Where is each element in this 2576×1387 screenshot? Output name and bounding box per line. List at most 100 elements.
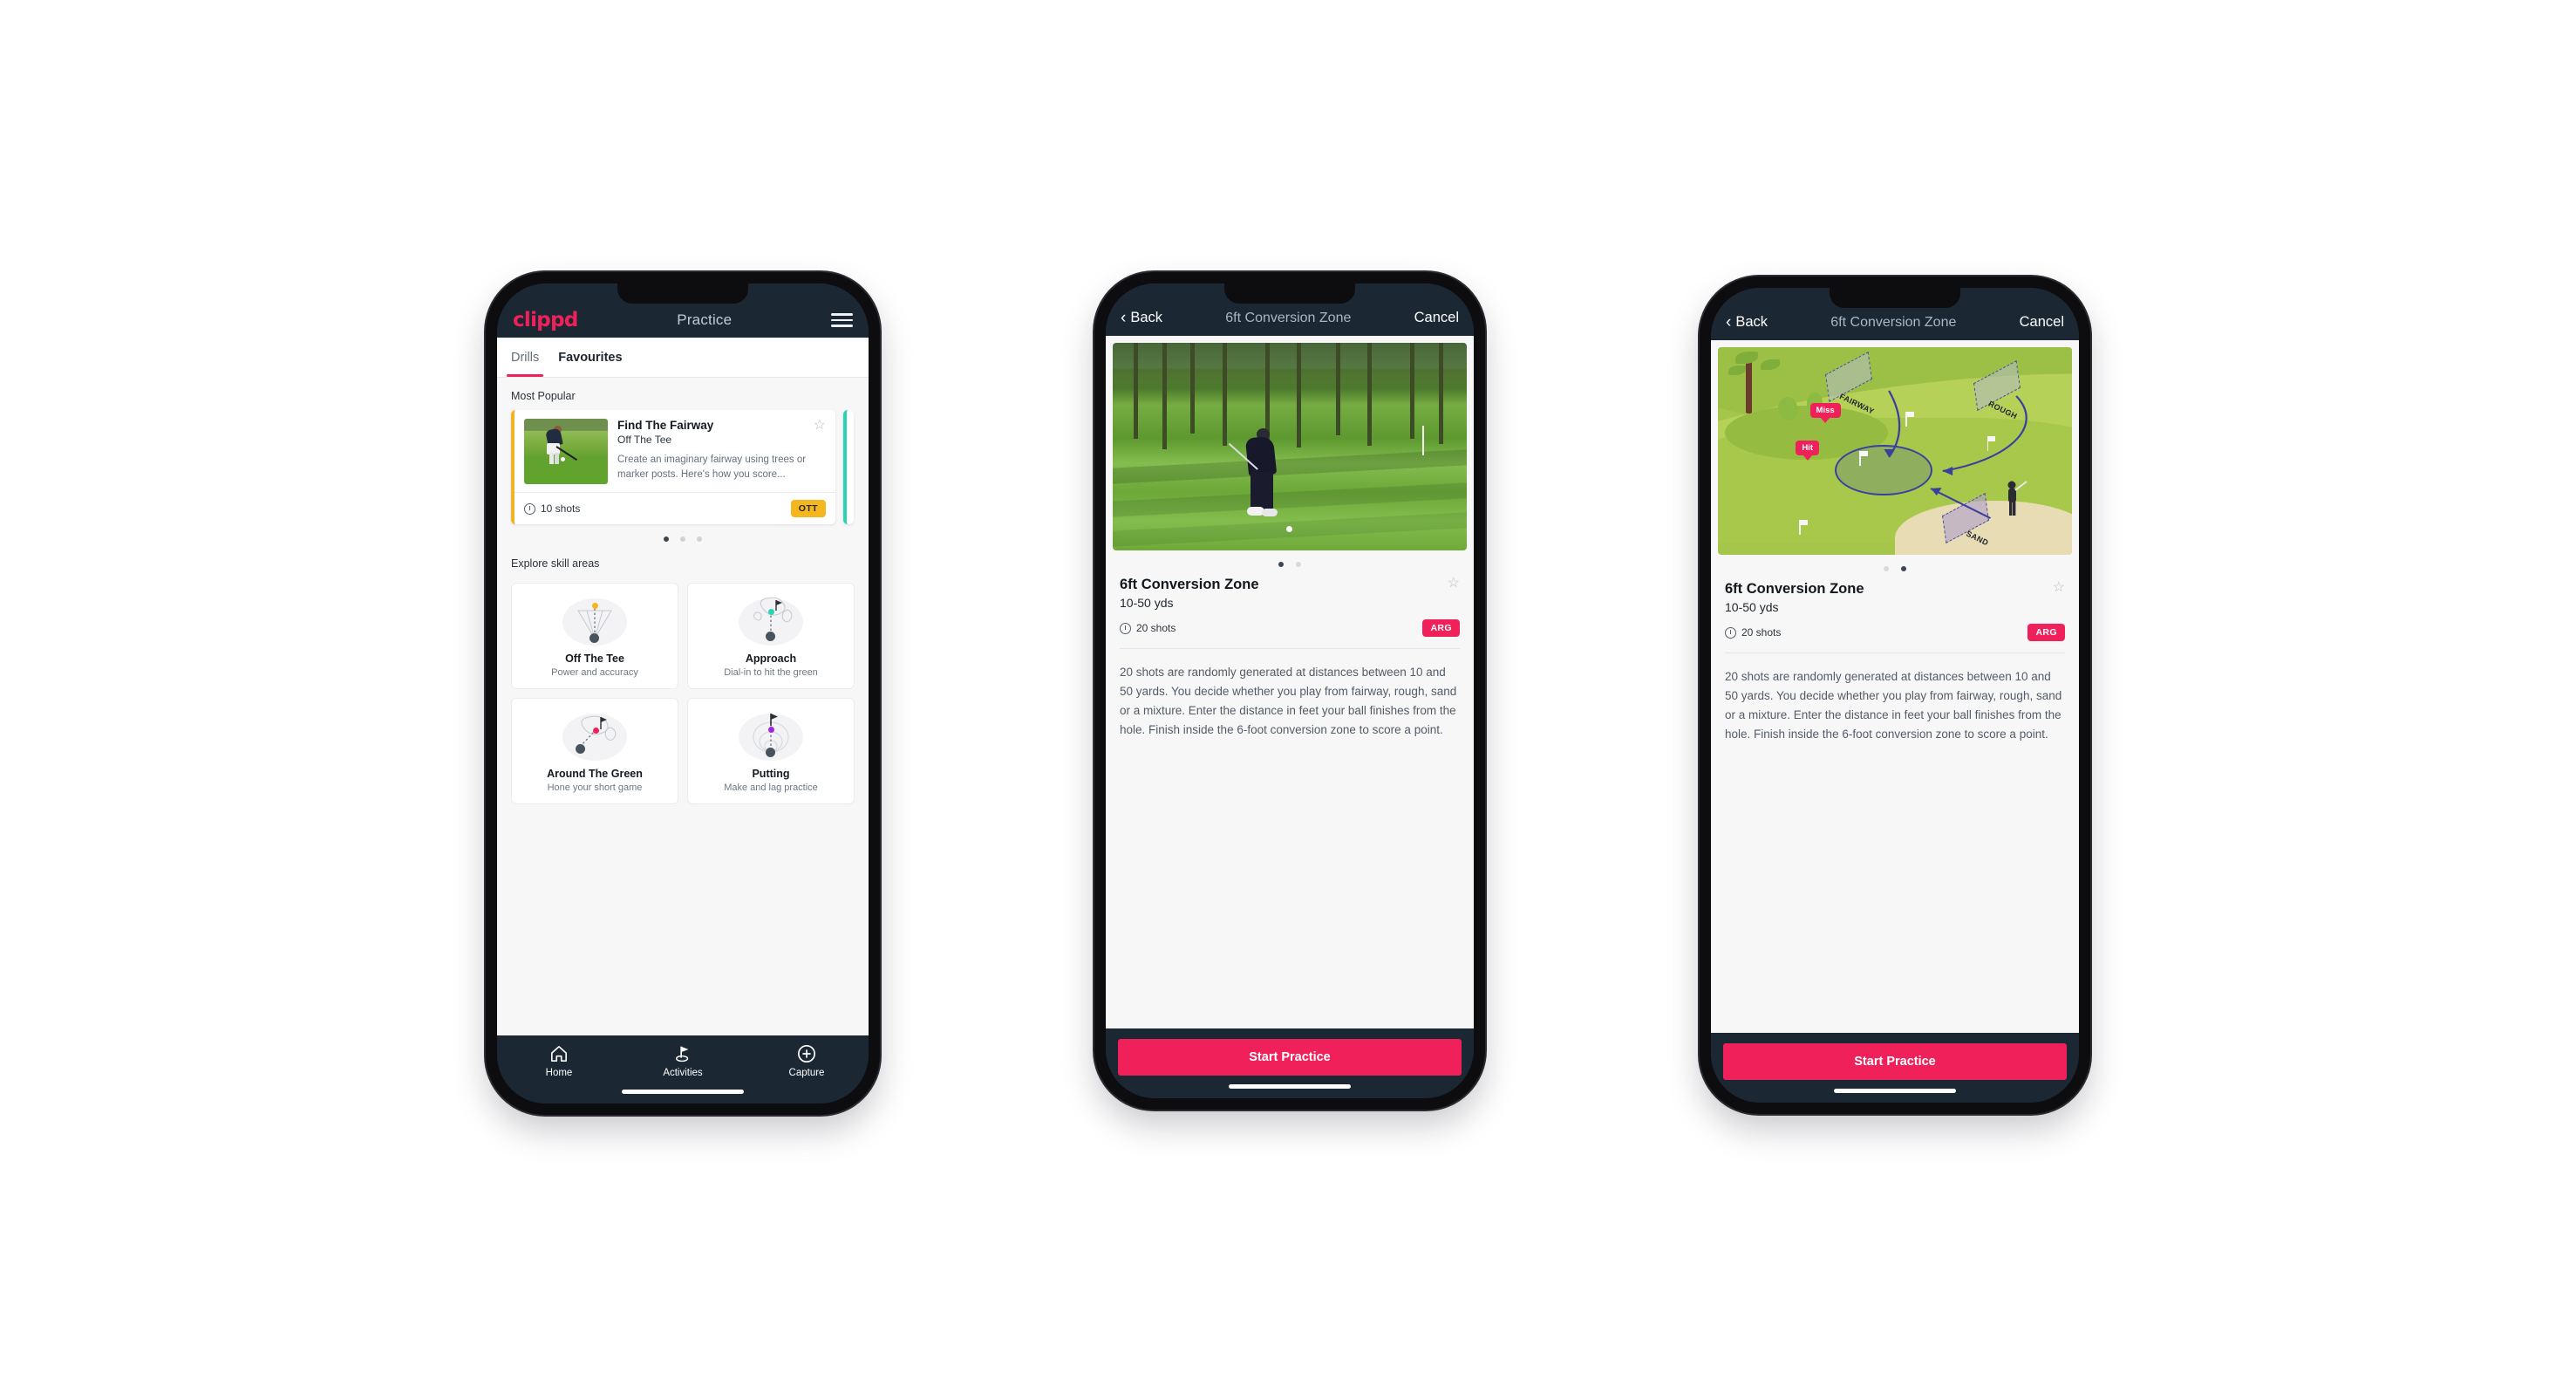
page-title: Practice [677,311,733,328]
tab-drills-label: Drills [511,350,540,365]
tab-favourites[interactable]: Favourites [558,338,622,377]
skill-badge-arg: ARG [1422,619,1460,637]
skill-desc: Dial-in to hit the green [724,667,818,678]
skill-area-grid: Off The Tee Power and accuracy Approach … [497,577,869,804]
chevron-left-icon: ‹ [1121,309,1127,327]
start-practice-button[interactable]: Start Practice [1723,1043,2067,1080]
tab-activities[interactable]: Activities [649,1044,717,1078]
pin-hit: Hit [1796,441,1819,456]
skill-name: Putting [752,768,790,780]
skill-desc: Make and lag practice [724,782,818,793]
skill-name: Around The Green [547,768,643,780]
clock-icon [524,502,535,515]
tab-activities-label: Activities [663,1068,703,1078]
back-button[interactable]: ‹ Back [1726,314,1768,331]
approach-icon [737,593,805,647]
course-illustration: FAIRWAY ROUGH SAND Miss Hit [1718,347,2072,555]
pin-miss: Miss [1809,403,1841,419]
tab-drills[interactable]: Drills [506,338,544,377]
shots-label: 10 shots [541,502,581,515]
drill-carousel[interactable]: Find The Fairway Off The Tee ☆ Create an… [497,410,869,524]
tab-home[interactable]: Home [525,1044,593,1078]
skill-badge-ott: OTT [790,500,826,517]
shot-path-arrows [1884,390,2027,519]
skill-card-putting[interactable]: Putting Make and lag practice [687,698,855,804]
drill-media-illustration[interactable]: FAIRWAY ROUGH SAND Miss Hit [1718,347,2072,555]
golf-flag-icon [673,1044,692,1063]
drill-card-next-peek[interactable] [843,410,854,524]
skill-card-approach[interactable]: Approach Dial-in to hit the green [687,583,855,689]
putting-icon [737,708,805,762]
skill-name: Off The Tee [565,653,624,665]
phone1-screen: clippd Practice Drills Favourites Most P… [497,284,869,1103]
carousel-dots [497,524,869,545]
drill-card-top: Find The Fairway Off The Tee ☆ Create an… [515,410,835,492]
drill-description: Create an imaginary fairway using trees … [617,454,807,480]
drill-description: 20 shots are randomly generated at dista… [1725,670,2062,741]
skill-desc: Hone your short game [547,782,643,793]
screenshot-stage: clippd Practice Drills Favourites Most P… [0,0,2576,1387]
drill-detail-yards: 10-50 yds [1120,596,1174,610]
shots-label: 20 shots [1136,622,1176,634]
most-popular-label: Most Popular [511,390,576,402]
cancel-button[interactable]: Cancel [1414,310,1459,326]
media-dot-2[interactable] [1901,566,1906,571]
phone-drill-detail-photo: ‹ Back 6ft Conversion Zone Cancel 6ft Co… [1094,272,1485,1110]
phone-drill-detail-illustration: ‹ Back 6ft Conversion Zone Cancel FAIRWA… [1700,277,2090,1114]
star-outline-icon[interactable]: ☆ [2053,581,2065,595]
drill-description: 20 shots are randomly generated at dista… [1120,666,1457,736]
clock-icon [1120,622,1131,634]
back-label: Back [1130,310,1163,325]
drill-subtitle: Off The Tee [617,434,672,446]
drill-detail-header: 6ft Conversion Zone 10-50 yds ☆ 20 shots… [1106,575,1474,637]
shots-count: 20 shots [1725,626,1781,639]
home-indicator [1229,1084,1351,1089]
skill-card-off-the-tee[interactable]: Off The Tee Power and accuracy [511,583,678,689]
star-outline-icon[interactable]: ☆ [814,419,826,433]
carousel-dot-2[interactable] [680,536,685,542]
media-dots [1711,555,2079,579]
off-the-tee-icon [561,593,629,647]
cancel-button[interactable]: Cancel [2020,314,2064,331]
skill-desc: Power and accuracy [551,667,638,678]
drill-media-photo[interactable] [1113,343,1467,550]
back-button[interactable]: ‹ Back [1121,310,1162,326]
shots-count: 20 shots [1120,622,1176,634]
plus-circle-icon [797,1044,816,1063]
star-outline-icon[interactable]: ☆ [1448,577,1460,591]
skill-card-around-the-green[interactable]: Around The Green Hone your short game [511,698,678,804]
hamburger-menu-icon[interactable] [830,313,853,327]
phone-practice-list: clippd Practice Drills Favourites Most P… [486,272,880,1115]
shots-count: 10 shots [524,502,580,515]
drill-detail-title: 6ft Conversion Zone [1725,581,1864,597]
skill-badge-arg: ARG [2027,624,2065,641]
carousel-dot-1[interactable] [664,536,669,542]
phone3-content: FAIRWAY ROUGH SAND Miss Hit 6ft Conversi… [1711,340,2079,1033]
device-notch [1830,288,1960,308]
media-dots [1106,550,1474,575]
golf-ball [1285,525,1292,532]
tab-bar: Drills Favourites [497,338,869,378]
start-practice-button[interactable]: Start Practice [1118,1039,1462,1076]
chevron-left-icon: ‹ [1726,313,1732,331]
media-dot-1[interactable] [1884,566,1889,571]
media-dot-2[interactable] [1296,562,1301,567]
drill-card[interactable]: Find The Fairway Off The Tee ☆ Create an… [511,410,835,524]
home-icon [549,1044,569,1063]
home-indicator [622,1090,744,1094]
clippd-logo: clippd [513,309,578,331]
home-indicator [1834,1089,1956,1093]
phone2-screen: ‹ Back 6ft Conversion Zone Cancel 6ft Co… [1106,284,1474,1098]
clock-icon [1725,626,1736,639]
skill-name: Approach [745,653,797,665]
carousel-dot-3[interactable] [697,536,702,542]
tab-capture[interactable]: Capture [773,1044,841,1078]
drill-text: Find The Fairway Off The Tee ☆ Create an… [617,419,826,484]
back-label: Back [1735,314,1768,330]
phone1-content: Most Popular Find The Fairway Off The Te… [497,378,869,1035]
device-notch [1224,284,1355,304]
golfer-figure [1228,427,1289,524]
drill-detail-yards: 10-50 yds [1725,600,1779,614]
drill-detail-title: 6ft Conversion Zone [1120,577,1259,592]
media-dot-1[interactable] [1278,562,1284,567]
